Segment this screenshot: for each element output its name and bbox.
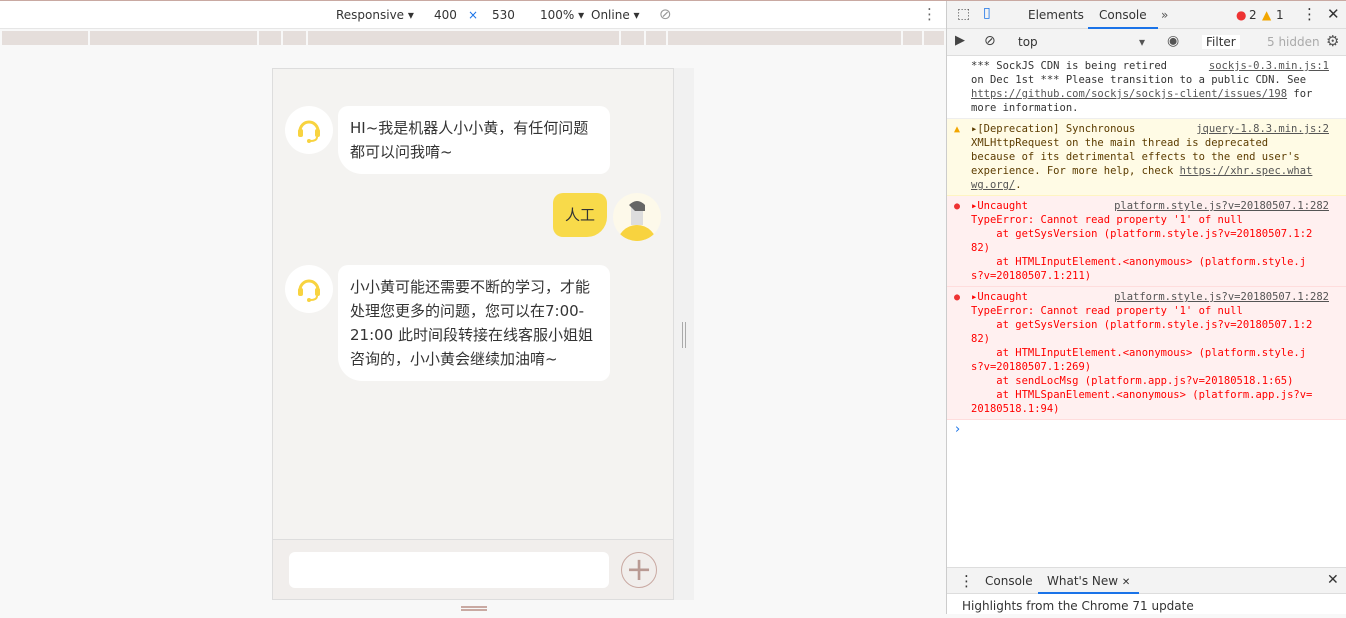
tab-console[interactable]: Console bbox=[1088, 1, 1158, 29]
device-frame: HI~我是机器人小小黄，有任何问题都可以问我唷~ 人工 小小黄可能还需要不断的学… bbox=[272, 68, 674, 600]
devtools-drawer: ⋮ Console What's New ✕ ✕ Highlights from… bbox=[947, 567, 1346, 614]
devtools-tabbar: ⬚ ▯ Elements Console » ● 2 ▲ 1 ⋮ ✕ bbox=[947, 1, 1346, 29]
resize-handle-right[interactable] bbox=[674, 68, 694, 600]
console-message-info: sockjs-0.3.min.js:1 *** SockJS CDN is bei… bbox=[947, 56, 1346, 119]
close-tab-icon[interactable]: ✕ bbox=[1122, 577, 1130, 588]
message-source-link[interactable]: sockjs-0.3.min.js:1 bbox=[1209, 59, 1329, 73]
gear-icon[interactable]: ⚙ bbox=[1326, 32, 1339, 50]
error-count[interactable]: 2 bbox=[1249, 8, 1257, 22]
menu-icon[interactable]: ⋮ bbox=[1302, 5, 1317, 23]
sidebar-toggle-icon[interactable]: ▶ bbox=[955, 33, 965, 48]
message-text: ▸Uncaught TypeError: Cannot read propert… bbox=[971, 291, 1313, 415]
tab-elements[interactable]: Elements bbox=[1028, 8, 1084, 22]
bot-message: 小小黄可能还需要不断的学习，才能处理您更多的问题，您可以在7:00-21:00 … bbox=[338, 265, 610, 381]
message-text: . bbox=[1015, 179, 1022, 191]
inspect-icon[interactable]: ⬚ bbox=[957, 6, 970, 22]
drawer-tabbar: ⋮ Console What's New ✕ ✕ bbox=[947, 567, 1346, 594]
hidden-count[interactable]: 5 hidden bbox=[1267, 35, 1320, 49]
context-select[interactable]: top bbox=[1018, 35, 1038, 49]
width-input[interactable]: 400 bbox=[424, 5, 467, 25]
tab-label: What's New bbox=[1047, 574, 1119, 588]
headset-icon bbox=[298, 120, 320, 143]
console-message-warning[interactable]: ▲ jquery-1.8.3.min.js:2 ▸[Deprecation] Syn… bbox=[947, 119, 1346, 196]
console-message-error[interactable]: ● platform.style.js?v=20180507.1:282 ▸Unca… bbox=[947, 196, 1346, 287]
bot-avatar bbox=[285, 265, 333, 313]
user-avatar bbox=[613, 193, 661, 241]
message-source-link[interactable]: jquery-1.8.3.min.js:2 bbox=[1196, 122, 1329, 136]
devtools-panel: ⬚ ▯ Elements Console » ● 2 ▲ 1 ⋮ ✕ ▶ ⊘ t… bbox=[946, 1, 1346, 614]
chevron-down-icon[interactable]: ▾ bbox=[1139, 35, 1145, 49]
bot-message: HI~我是机器人小小黄，有任何问题都可以问我唷~ bbox=[338, 106, 610, 174]
filter-input[interactable]: Filter bbox=[1202, 35, 1240, 49]
error-icon: ● bbox=[954, 201, 961, 212]
drawer-tab-console[interactable]: Console bbox=[985, 574, 1033, 588]
resize-handle-bottom[interactable] bbox=[461, 606, 487, 611]
message-link[interactable]: https://github.com/sockjs/sockjs-client/… bbox=[971, 88, 1287, 100]
rotate-icon[interactable]: ⊘ bbox=[659, 5, 672, 23]
more-tabs-icon[interactable]: » bbox=[1161, 8, 1168, 22]
clear-console-icon[interactable]: ⊘ bbox=[984, 33, 996, 49]
warning-icon: ▲ bbox=[954, 124, 961, 135]
more-options-icon[interactable]: ⋮ bbox=[922, 5, 937, 23]
user-message: 人工 bbox=[553, 193, 608, 237]
eye-icon[interactable]: ◉ bbox=[1167, 33, 1179, 49]
console-prompt[interactable]: › bbox=[947, 420, 1346, 439]
close-icon[interactable]: ✕ bbox=[1327, 5, 1340, 23]
whats-new-heading: Highlights from the Chrome 71 update bbox=[962, 599, 1194, 613]
console-message-error[interactable]: ● platform.style.js?v=20180507.1:282 ▸Unca… bbox=[947, 287, 1346, 420]
warning-count[interactable]: 1 bbox=[1276, 8, 1284, 22]
device-select[interactable]: Responsive ▾ bbox=[336, 8, 414, 22]
height-input[interactable]: 530 bbox=[482, 5, 525, 25]
dimension-separator: × bbox=[468, 8, 479, 22]
chat-input[interactable] bbox=[289, 552, 609, 588]
person-icon bbox=[617, 201, 657, 241]
error-icon: ● bbox=[1236, 8, 1247, 22]
zoom-select[interactable]: 100% ▾ bbox=[540, 8, 584, 22]
message-source-link[interactable]: platform.style.js?v=20180507.1:282 bbox=[1114, 290, 1329, 304]
drawer-tab-whats-new[interactable]: What's New ✕ bbox=[1038, 568, 1140, 594]
chat-input-bar: + bbox=[273, 539, 673, 599]
viewport-area: Responsive ▾ 400 × 530 100% ▾ Online ▾ ⊘… bbox=[0, 1, 946, 614]
drawer-menu-icon[interactable]: ⋮ bbox=[959, 572, 974, 590]
media-query-bar[interactable] bbox=[2, 31, 945, 45]
device-toggle-icon[interactable]: ▯ bbox=[983, 5, 991, 21]
bot-avatar bbox=[285, 106, 333, 154]
network-select[interactable]: Online ▾ bbox=[591, 8, 640, 22]
device-toolbar: Responsive ▾ 400 × 530 100% ▾ Online ▾ ⊘… bbox=[0, 1, 946, 29]
error-icon: ● bbox=[954, 292, 961, 303]
console-toolbar: ▶ ⊘ top ▾ ◉ Filter 5 hidden ⚙ bbox=[947, 29, 1346, 56]
headset-icon bbox=[298, 279, 320, 302]
warning-icon: ▲ bbox=[1262, 8, 1272, 22]
close-drawer-icon[interactable]: ✕ bbox=[1327, 572, 1339, 588]
plus-button[interactable]: + bbox=[621, 552, 657, 588]
message-source-link[interactable]: platform.style.js?v=20180507.1:282 bbox=[1114, 199, 1329, 213]
